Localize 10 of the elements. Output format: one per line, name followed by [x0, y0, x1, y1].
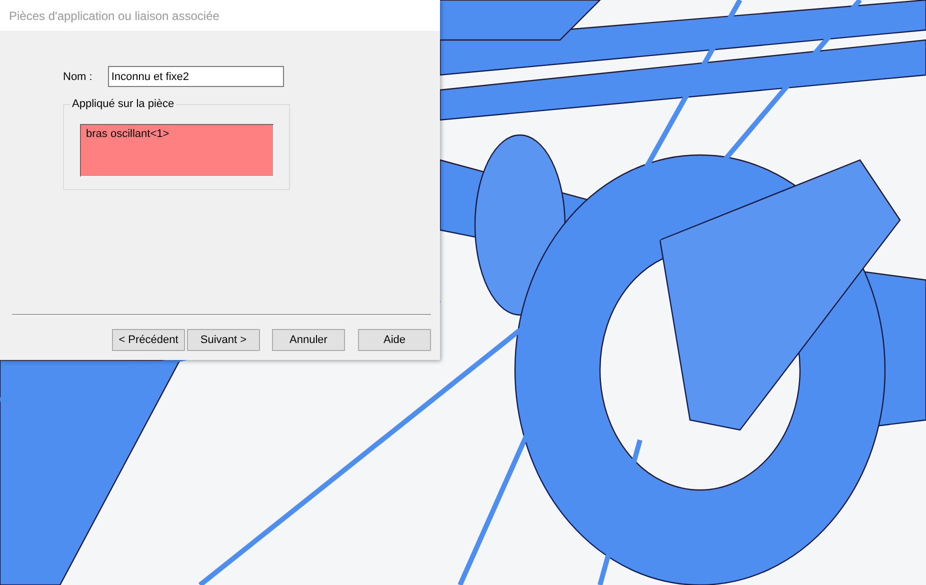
group-legend: Appliqué sur la pièce — [70, 98, 176, 110]
part-list[interactable]: bras oscillant<1> — [80, 124, 274, 177]
name-field[interactable]: Inconnu et fixe2 — [108, 66, 284, 87]
cancel-button[interactable]: Annuler — [272, 329, 345, 351]
name-label: Nom : — [63, 70, 92, 82]
list-item[interactable]: bras oscillant<1> — [86, 128, 170, 140]
previous-button[interactable]: < Précédent — [112, 329, 185, 351]
help-button[interactable]: Aide — [358, 329, 431, 351]
dialog-title: Pièces d'application ou liaison associée — [9, 8, 220, 22]
next-button[interactable]: Suivant > — [187, 329, 260, 351]
